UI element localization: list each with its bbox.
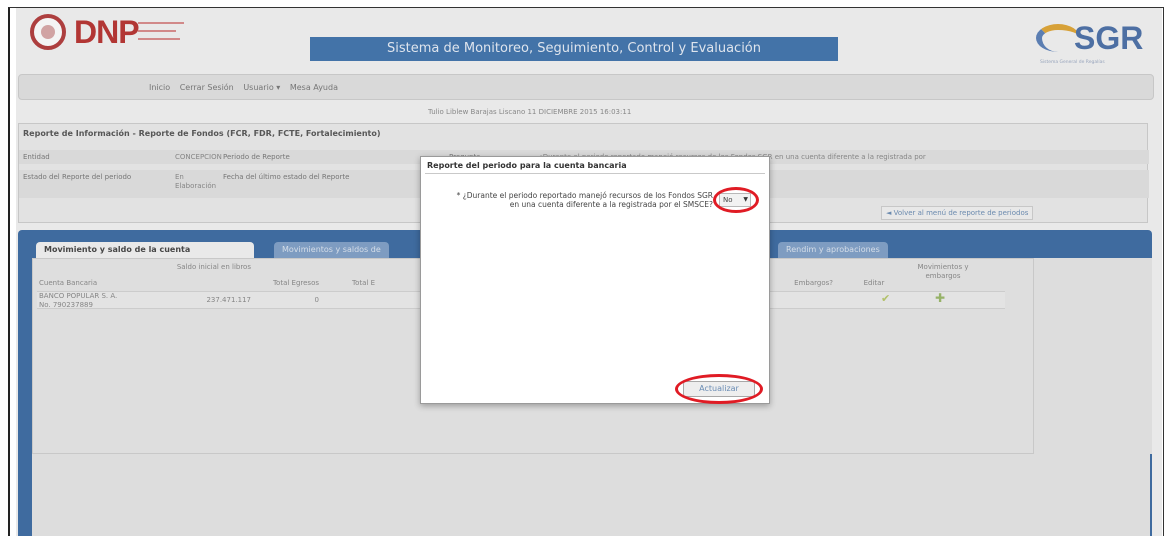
dialog-divider: [425, 173, 765, 174]
dialog-question: * ¿Durante el periodo reportado manejó r…: [456, 191, 713, 209]
dialog-title: Reporte del periodo para la cuenta banca…: [427, 161, 627, 170]
page: DNP Sistema de Monitoreo, Seguimiento, C…: [16, 8, 1162, 536]
highlight-select-annotation: [713, 187, 759, 213]
highlight-button-annotation: [675, 374, 763, 404]
account-report-dialog: Reporte del periodo para la cuenta banca…: [420, 156, 770, 404]
